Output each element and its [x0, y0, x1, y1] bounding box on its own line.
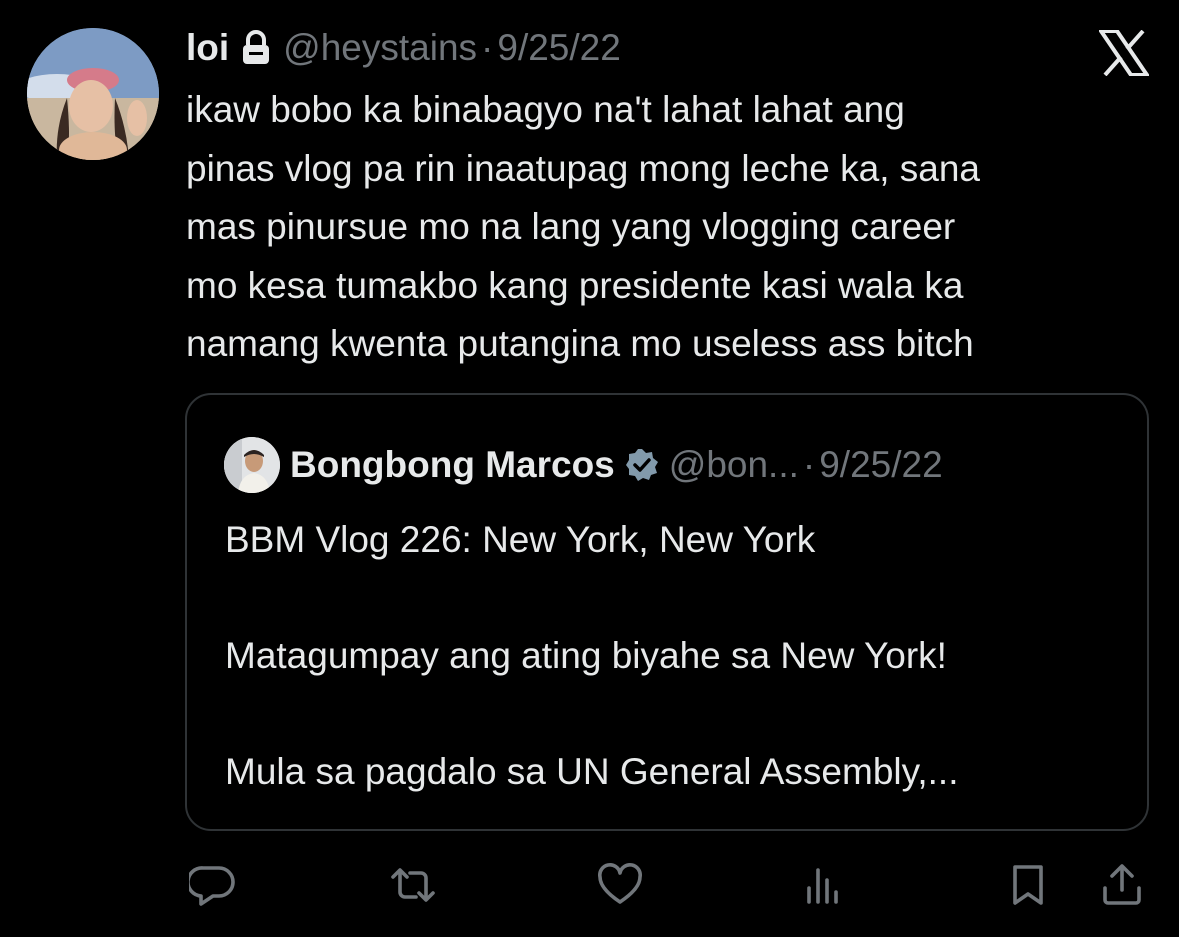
lock-icon [241, 30, 271, 66]
quoted-text-line [225, 685, 1125, 743]
quoted-author-handle: @bon... [668, 444, 799, 485]
header-separator: · [481, 27, 494, 68]
retweet-button[interactable] [388, 860, 438, 910]
bookmark-button[interactable] [1003, 860, 1053, 910]
verified-badge-icon [625, 448, 659, 482]
quoted-header-separator: · [802, 444, 816, 485]
author-handle[interactable]: @heystains [283, 24, 477, 72]
reply-button[interactable] [187, 860, 237, 910]
share-button[interactable] [1097, 860, 1147, 910]
quoted-tweet[interactable]: Bongbong Marcos @bon... · 9/25/22 BBM Vl… [185, 393, 1149, 831]
share-icon [1103, 864, 1141, 905]
quoted-tweet-header: Bongbong Marcos @bon... · 9/25/22 [224, 437, 943, 493]
author-avatar[interactable] [27, 28, 159, 160]
tweet-text-line: ikaw bobo ka binabagyo na't lahat lahat … [186, 89, 905, 130]
x-logo-icon[interactable] [1097, 29, 1151, 77]
tweet-text-line: namang kwenta putangina mo useless ass b… [186, 323, 974, 364]
quoted-text-line: BBM Vlog 226: New York, New York [225, 519, 816, 560]
tweet-header: loi @heystains · 9/25/22 [186, 24, 621, 72]
tweet-actions [0, 860, 1179, 910]
quoted-text-line: Mula sa pagdalo sa UN General Assembly,.… [225, 751, 959, 792]
quoted-author-avatar [224, 437, 280, 493]
quoted-author-name: Bongbong Marcos [290, 444, 615, 485]
quoted-text-line: Matagumpay ang ating biyahe sa New York! [225, 635, 947, 676]
author-name[interactable]: loi [186, 24, 229, 72]
tweet-text-line: pinas vlog pa rin inaatupag mong leche k… [186, 147, 980, 189]
heart-icon [598, 863, 642, 904]
bookmark-icon [1013, 865, 1043, 905]
tweet-text-line: mas pinursue mo na lang yang vlogging ca… [186, 206, 956, 247]
quoted-text-line [225, 569, 1125, 627]
reply-icon [189, 866, 235, 906]
views-button[interactable] [798, 860, 848, 910]
quoted-tweet-text: BBM Vlog 226: New York, New York Matagum… [225, 511, 1125, 801]
avatar-photo-icon [224, 437, 280, 493]
tweet-text: ikaw bobo ka binabagyo na't lahat lahat … [186, 81, 1156, 374]
retweet-icon [391, 868, 435, 902]
tweet-date[interactable]: 9/25/22 [497, 24, 620, 72]
like-button[interactable] [595, 860, 645, 910]
analytics-icon [807, 868, 838, 904]
tweet-card: loi @heystains · 9/25/22 ikaw bobo ka bi… [0, 0, 1179, 937]
tweet-text-line: mo kesa tumakbo kang presidente kasi wal… [186, 264, 964, 306]
quoted-tweet-date: 9/25/22 [819, 444, 943, 485]
avatar-photo-icon [27, 28, 159, 160]
